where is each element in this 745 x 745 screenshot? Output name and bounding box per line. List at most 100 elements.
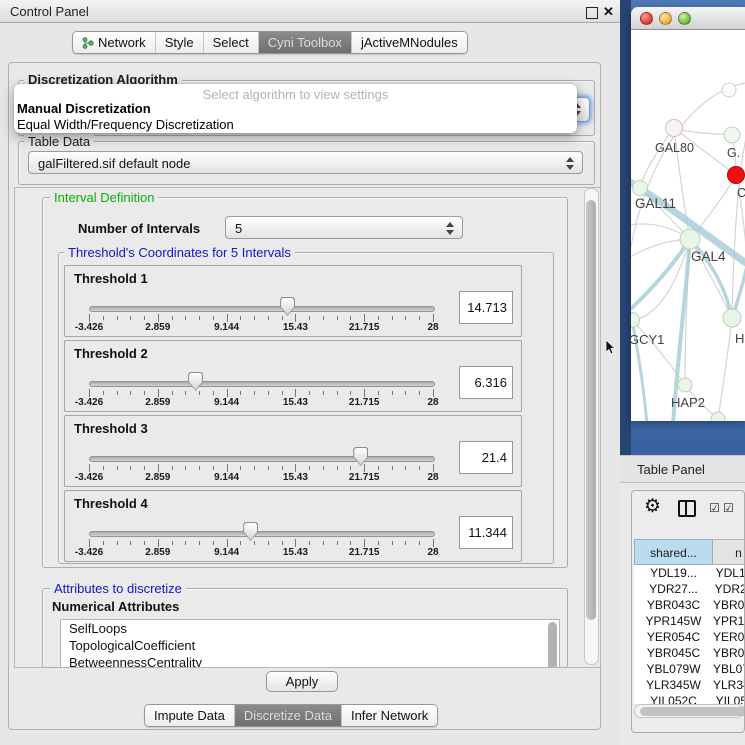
cell-shared-name[interactable]: YDR27... (634, 581, 713, 597)
horizontal-scrollbar-thumb[interactable] (640, 707, 745, 716)
node-gal80[interactable] (666, 120, 683, 137)
node-g-partial[interactable] (724, 127, 740, 143)
numerical-attributes-list[interactable]: SelfLoopsTopologicalCoefficientBetweenne… (60, 619, 560, 668)
table-panel-titlebar: Table Panel (620, 455, 745, 483)
list-scrollbar-thumb[interactable] (548, 622, 557, 668)
thresholds-group-title: Threshold's Coordinates for 5 Intervals (64, 245, 295, 260)
tab-label: Network (98, 35, 146, 50)
cell-name[interactable]: YER054C (713, 629, 745, 645)
table-row[interactable]: YPR145WYPR145W (634, 613, 745, 629)
tab-infer-network[interactable]: Infer Network (342, 705, 437, 726)
node-gcy1[interactable] (631, 313, 640, 328)
apply-button[interactable]: Apply (266, 671, 338, 692)
table-data-combo[interactable]: galFiltered.sif default node (28, 151, 583, 174)
tab-impute-data[interactable]: Impute Data (145, 705, 235, 726)
close-traffic-light[interactable] (640, 12, 653, 25)
cell-shared-name[interactable]: YBR043C (634, 597, 713, 613)
table-row[interactable]: YBR043CYBR043C (634, 597, 745, 613)
minimize-traffic-light[interactable] (659, 12, 672, 25)
slider-tick-labels: -3.4262.8599.14415.4321.71528 (89, 547, 433, 558)
attribute-list-item[interactable]: SelfLoops (61, 620, 559, 637)
table-panel-title: Table Panel (637, 462, 705, 477)
table-row[interactable]: YBL079WYBL079W (634, 661, 745, 677)
close-icon[interactable]: ✕ (603, 4, 614, 20)
threshold-value-field[interactable]: 6.316 (459, 366, 513, 399)
cell-name[interactable]: YBL079W (713, 661, 745, 677)
cell-shared-name[interactable]: YDL19... (634, 565, 713, 581)
label-h-partial: H (735, 331, 744, 346)
vertical-scrollbar-thumb[interactable] (586, 200, 596, 620)
threshold-value-field[interactable]: 11.344 (459, 516, 513, 549)
dropdown-prompt: Select algorithm to view settings (14, 87, 577, 102)
node-gal11[interactable] (633, 181, 648, 196)
table-data-combo-value: galFiltered.sif default node (38, 156, 190, 171)
cell-shared-name[interactable]: YBL079W (634, 661, 713, 677)
table-row[interactable]: YDR27...YDR27... (634, 581, 745, 597)
number-of-intervals-combo[interactable]: 5 (225, 216, 463, 239)
node-unlabeled[interactable] (722, 83, 736, 97)
cell-name[interactable]: YBR043C (713, 597, 745, 613)
node-gal4[interactable] (680, 229, 700, 249)
screen: Control Panel ✕ Network Style Select Cyn… (0, 0, 745, 745)
tab-network[interactable]: Network (73, 32, 156, 53)
numerical-attributes-label: Numerical Attributes (52, 599, 179, 614)
node-selected-red[interactable] (728, 167, 745, 184)
column-header-shared-name[interactable]: shared... (634, 539, 713, 565)
label-gal80: GAL80 (655, 141, 694, 155)
table-row[interactable]: YIL052CYIL052C (634, 693, 745, 704)
zoom-traffic-light[interactable] (678, 12, 691, 25)
table-row[interactable]: YDL19...YDL19... (634, 565, 745, 581)
float-window-icon[interactable] (586, 7, 598, 19)
table-row[interactable]: YBR045CYBR045C (634, 645, 745, 661)
column-split-icon[interactable] (678, 500, 696, 517)
stepper-arrows-icon (446, 221, 455, 235)
gear-icon[interactable]: ⚙ (644, 495, 661, 518)
number-of-intervals-label: Number of Intervals (78, 221, 200, 236)
tab-label: Infer Network (351, 708, 428, 723)
cell-name[interactable]: YPR145W (713, 613, 745, 629)
tab-select[interactable]: Select (204, 32, 259, 53)
horizontal-scrollbar-track[interactable] (634, 704, 744, 718)
cell-name[interactable]: YBR045C (713, 645, 745, 661)
checkbox-icon[interactable]: ☑ (723, 501, 734, 515)
table-row[interactable]: YLR345WYLR345W (634, 677, 745, 693)
network-window-titlebar (631, 7, 745, 30)
attribute-list-item[interactable]: BetweennessCentrality (61, 654, 559, 668)
dropdown-item-equal-width-frequency[interactable]: Equal Width/Frequency Discretization (17, 117, 234, 132)
cell-name[interactable]: YLR345W (713, 677, 745, 693)
node-bottom[interactable] (711, 412, 725, 421)
dropdown-item-manual-discretization[interactable]: Manual Discretization (17, 101, 151, 116)
cell-shared-name[interactable]: YER054C (634, 629, 713, 645)
threshold-slider-track[interactable] (89, 531, 435, 537)
table-row[interactable]: YER054CYER054C (634, 629, 745, 645)
window-title: Control Panel (10, 4, 89, 19)
threshold-label: Threshold 3 (74, 421, 148, 436)
cell-shared-name[interactable]: YLR345W (634, 677, 713, 693)
threshold-slider-track[interactable] (89, 456, 435, 462)
tab-jactivemnodules[interactable]: jActiveMNodules (352, 32, 467, 53)
network-canvas[interactable]: GAL80 G. C GAL11 GAL4 GCY1 H HAP2 (631, 30, 745, 421)
threshold-value-field[interactable]: 14.713 (459, 291, 513, 324)
mouse-cursor (605, 340, 617, 356)
threshold-slider-track[interactable] (89, 306, 435, 312)
tab-discretize-data[interactable]: Discretize Data (235, 705, 342, 726)
checkbox-icon[interactable]: ☑ (709, 501, 720, 515)
cell-name[interactable]: YIL052C (713, 693, 745, 704)
label-c-partial: C (737, 186, 745, 200)
column-header-name[interactable]: n (713, 539, 745, 565)
threshold-panel: Threshold 3 -3.4262.8599.14415.4321.7152… (64, 415, 522, 487)
cell-name[interactable]: YDR27... (713, 581, 745, 597)
cell-name[interactable]: YDL19... (713, 565, 745, 581)
stepper-arrows-icon (566, 156, 575, 170)
node-hap2[interactable] (678, 378, 692, 392)
tab-style[interactable]: Style (156, 32, 204, 53)
cell-shared-name[interactable]: YPR145W (634, 613, 713, 629)
threshold-slider-track[interactable] (89, 381, 435, 387)
tab-cyni-toolbox[interactable]: Cyni Toolbox (259, 32, 352, 53)
threshold-value-field[interactable]: 21.4 (459, 441, 513, 474)
cell-shared-name[interactable]: YIL052C (634, 693, 713, 704)
cell-shared-name[interactable]: YBR045C (634, 645, 713, 661)
node-h-partial[interactable] (723, 309, 741, 327)
attribute-list-item[interactable]: TopologicalCoefficient (61, 637, 559, 654)
threshold-panel: Threshold 4 -3.4262.8599.14415.4321.7152… (64, 490, 522, 562)
